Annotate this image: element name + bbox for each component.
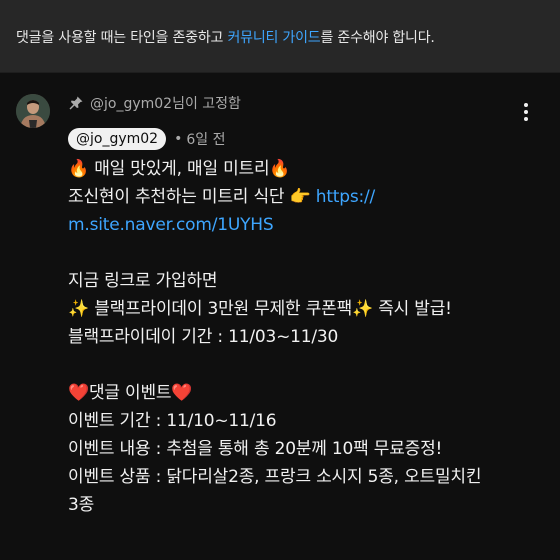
comment-line: 블랙프라이데이 기간 : 11/03~11/30 — [68, 323, 538, 351]
notice-text-after: 를 준수해야 합니다. — [320, 30, 435, 46]
comment-text: 댓글 이벤트 — [88, 383, 172, 403]
comment-text: 블랙프라이데이 기간 : 11/03~11/30 — [68, 327, 339, 347]
pinned-label: @jo_gym02님이 고정함 — [90, 96, 241, 112]
avatar[interactable] — [16, 94, 50, 128]
comment-text: 즉시 발급! — [372, 299, 452, 319]
comment-text: 지금 링크로 가입하면 — [68, 271, 218, 291]
comment-line: 조신현이 추천하는 미트리 식단 👉 https:// — [68, 183, 538, 211]
comment-line: 🔥 매일 맛있게, 매일 미트리🔥 — [68, 155, 538, 183]
comment-text: 이벤트 내용 : 추첨을 통해 총 20분께 10팩 무료증정! — [68, 439, 443, 459]
notice-text-before: 댓글을 사용할 때는 타인을 존중하고 — [16, 30, 228, 46]
pinned-indicator: @jo_gym02님이 고정함 — [68, 93, 241, 113]
comment-timestamp[interactable]: 6일 전 — [186, 129, 225, 149]
pin-icon — [68, 95, 84, 111]
heart-icon: ❤️ — [171, 383, 193, 403]
comment-line: 3종 — [68, 491, 538, 519]
community-guidelines-notice: 댓글을 사용할 때는 타인을 존중하고 커뮤니티 가이드를 준수해야 합니다. — [0, 0, 560, 72]
comment-text: 매일 맛있게, 매일 미트리 — [94, 159, 270, 179]
comment-meta: @jo_gym02 • 6일 전 — [68, 127, 225, 151]
comment-body: 🔥 매일 맛있게, 매일 미트리🔥 조신현이 추천하는 미트리 식단 👉 htt… — [68, 155, 538, 519]
pinned-comment: @jo_gym02님이 고정함 @jo_gym02 • 6일 전 🔥 매일 맛있… — [0, 73, 560, 560]
comment-line: ❤️댓글 이벤트❤️ — [68, 379, 538, 407]
comment-text: 3종 — [68, 495, 95, 515]
meta-separator: • — [174, 131, 183, 147]
comment-link[interactable]: https:// — [316, 187, 376, 207]
comment-text: 이벤트 기간 : 11/10~11/16 — [68, 411, 277, 431]
community-guidelines-link[interactable]: 커뮤니티 가이드 — [227, 30, 320, 46]
comment-link[interactable]: m.site.naver.com/1UYHS — [68, 215, 274, 235]
comment-line: 이벤트 내용 : 추첨을 통해 총 20분께 10팩 무료증정! — [68, 435, 538, 463]
comment-line: 이벤트 상품 : 닭다리살2종, 프랑크 소시지 5종, 오트밀치킨 — [68, 463, 538, 491]
comment-text: 블랙프라이데이 3만원 무제한 쿠폰팩 — [94, 299, 353, 319]
heart-icon: ❤️ — [68, 383, 89, 403]
comment-line: ✨ 블랙프라이데이 3만원 무제한 쿠폰팩✨ 즉시 발급! — [68, 295, 538, 323]
fire-icon: 🔥 — [269, 159, 291, 179]
comment-line: 지금 링크로 가입하면 — [68, 267, 538, 295]
comment-line: m.site.naver.com/1UYHS — [68, 211, 538, 239]
more-vert-icon[interactable] — [514, 97, 538, 127]
pointing-hand-icon: 👉 — [289, 187, 311, 207]
sparkles-icon: ✨ — [68, 299, 89, 319]
author-chip[interactable]: @jo_gym02 — [68, 128, 167, 150]
sparkles-icon: ✨ — [352, 299, 373, 319]
comment-text: 조신현이 추천하는 미트리 식단 — [68, 187, 285, 207]
avatar-image — [16, 94, 50, 128]
comment-line: 이벤트 기간 : 11/10~11/16 — [68, 407, 538, 435]
fire-icon: 🔥 — [68, 159, 89, 179]
comment-text: 이벤트 상품 : 닭다리살2종, 프랑크 소시지 5종, 오트밀치킨 — [68, 467, 482, 487]
